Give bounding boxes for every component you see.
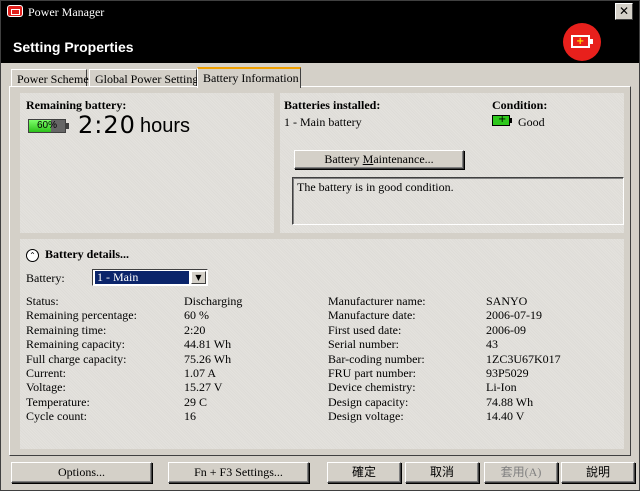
left-value: 60 % — [184, 308, 209, 323]
left-label: Cycle count: — [26, 409, 87, 424]
battery-select-label: Battery: — [26, 271, 65, 285]
left-value: 16 — [184, 409, 196, 424]
collapse-details-icon[interactable]: ⌃ — [26, 249, 39, 262]
right-value: 2006-09 — [486, 322, 526, 337]
right-value: 43 — [486, 337, 498, 352]
condition-value: Good — [518, 115, 545, 129]
battery-level-gauge: 60% — [28, 119, 69, 133]
page-title: Setting Properties — [13, 39, 134, 55]
right-value: Li-Ion — [486, 380, 517, 395]
right-value: 14.40 V — [486, 409, 525, 424]
left-value: 75.26 Wh — [184, 351, 232, 366]
left-label: Full charge capacity: — [26, 351, 127, 366]
batteries-installed-value: 1 - Main battery — [284, 115, 362, 129]
right-label: FRU part number: — [328, 366, 416, 380]
right-label: First used date: — [328, 322, 402, 337]
help-button[interactable]: 說明 — [561, 462, 635, 483]
left-label: Current: — [26, 366, 66, 380]
right-label: Manufacturer name: — [328, 294, 426, 308]
right-label: Design voltage: — [328, 409, 404, 424]
cancel-button[interactable]: 取消 — [405, 462, 479, 483]
chevron-down-icon[interactable]: ▼ — [191, 271, 206, 284]
battery-charge-icon: + — [563, 23, 601, 61]
left-value: 2:20 — [184, 322, 206, 337]
remaining-time-unit: hours — [140, 115, 191, 137]
power-manager-window: Power Manager ✕ Setting Properties + Pow… — [0, 0, 640, 491]
left-value: 15.27 V — [184, 380, 223, 395]
right-label: Bar-coding number: — [328, 351, 425, 366]
left-label: Remaining time: — [26, 322, 107, 337]
battery-condition-message: The battery is in good condition. — [292, 177, 624, 225]
battery-good-icon: + — [492, 114, 512, 126]
condition-label: Condition: — [492, 98, 548, 112]
tab-power-scheme[interactable]: Power Scheme — [11, 69, 89, 87]
right-value: 2006-07-19 — [486, 308, 542, 323]
tab-global-power-settings[interactable]: Global Power Settings — [89, 69, 203, 87]
tab-battery-information[interactable]: Battery Information — [197, 67, 301, 88]
left-label: Temperature: — [26, 394, 90, 409]
battery-information-panel: Remaining battery: 60% 2:20 hours Batter… — [9, 86, 631, 456]
left-label: Voltage: — [26, 380, 66, 395]
apply-button[interactable]: 套用(A) — [484, 462, 558, 483]
left-value: Discharging — [184, 294, 243, 308]
right-value: 1ZC3U67K017 — [486, 351, 561, 366]
header-banner: Setting Properties + — [1, 23, 639, 63]
battery-details-title[interactable]: Battery details... — [45, 247, 129, 262]
battery-maintenance-button[interactable]: Battery Maintenance... — [294, 150, 464, 169]
close-button[interactable]: ✕ — [615, 3, 633, 20]
right-label: Manufacture date: — [328, 308, 416, 323]
right-value: 74.88 Wh — [486, 394, 534, 409]
remaining-battery-group: Remaining battery: 60% 2:20 hours — [20, 93, 274, 233]
right-label: Serial number: — [328, 337, 399, 352]
app-battery-icon — [7, 5, 23, 17]
options-button[interactable]: Options... — [11, 462, 152, 483]
batteries-installed-label: Batteries installed: — [284, 98, 381, 112]
left-label: Status: — [26, 294, 59, 308]
right-value: 93P5029 — [486, 366, 529, 380]
remaining-time-display: 2:20 — [78, 111, 136, 139]
battery-select[interactable]: 1 - Main ▼ — [92, 269, 208, 286]
battery-details-group: ⌃ Battery details... Battery: 1 - Main ▼… — [20, 239, 624, 449]
left-value: 29 C — [184, 394, 208, 409]
fn-f3-settings-button[interactable]: Fn + F3 Settings... — [168, 462, 309, 483]
right-label: Design capacity: — [328, 394, 409, 409]
right-value: SANYO — [486, 294, 528, 308]
left-value: 1.07 A — [184, 366, 217, 380]
battery-percent-text: 60% — [36, 120, 57, 131]
left-label: Remaining percentage: — [26, 308, 137, 323]
window-title: Power Manager — [28, 5, 105, 19]
left-value: 44.81 Wh — [184, 337, 232, 352]
left-label: Remaining capacity: — [26, 337, 125, 352]
battery-select-value: 1 - Main — [95, 271, 189, 284]
batteries-installed-group: Batteries installed: 1 - Main battery Co… — [280, 93, 624, 233]
right-label: Device chemistry: — [328, 380, 416, 395]
ok-button[interactable]: 確定 — [327, 462, 401, 483]
title-bar[interactable]: Power Manager ✕ — [1, 1, 639, 23]
